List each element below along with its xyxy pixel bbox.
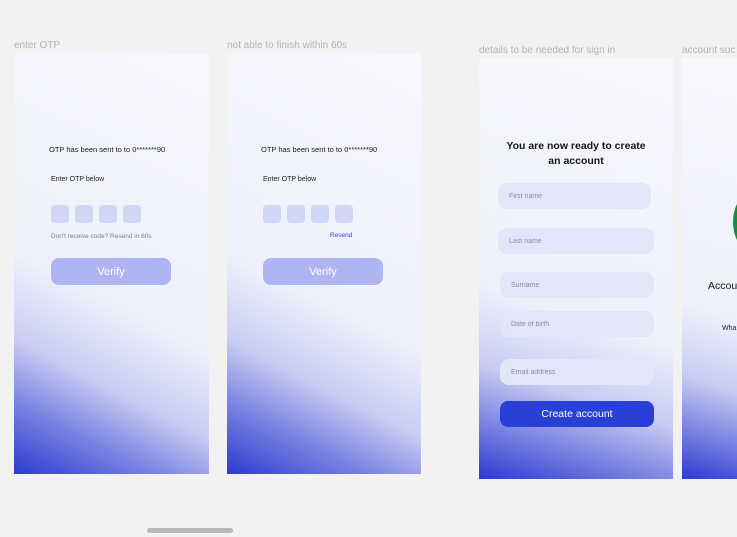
frame-label-signup: details to be needed for sign in xyxy=(479,45,616,56)
resend-link[interactable]: Resend xyxy=(330,232,352,239)
first-name-field[interactable] xyxy=(498,183,651,209)
create-account-button[interactable]: Create account xyxy=(500,401,654,427)
signup-heading-line-1: You are now ready to create xyxy=(506,140,646,152)
otp-digit-1[interactable] xyxy=(51,205,69,223)
resend-countdown-text: Don't receive code? Resend in 60s xyxy=(51,233,152,240)
otp-digit-3[interactable] xyxy=(99,205,117,223)
frame-label-timeout: not able to finish within 60s xyxy=(227,40,348,51)
otp-sent-text: OTP has been sent to to 0*******90 xyxy=(261,145,378,154)
otp-digit-2[interactable] xyxy=(75,205,93,223)
horizontal-scrollbar[interactable] xyxy=(147,528,233,533)
email-field[interactable] xyxy=(500,359,654,385)
enter-otp-label: Enter OTP below xyxy=(51,176,105,183)
frame-signup: You are now ready to create an account C… xyxy=(479,58,673,479)
signup-heading: You are now ready to create an account xyxy=(479,139,673,169)
email-input[interactable] xyxy=(509,367,654,377)
last-name-field[interactable] xyxy=(498,228,654,254)
frame-success: Accou Wha xyxy=(682,58,737,479)
last-name-input[interactable] xyxy=(507,236,654,246)
frame-enter-otp: OTP has been sent to to 0*******90 Enter… xyxy=(14,53,209,474)
verify-button[interactable]: Verify xyxy=(263,258,383,285)
date-of-birth-field[interactable] xyxy=(500,311,654,337)
surname-field[interactable] xyxy=(500,272,654,298)
frame-label-enter-otp: enter OTP xyxy=(14,40,61,51)
surname-input[interactable] xyxy=(509,280,654,290)
otp-digit-2[interactable] xyxy=(287,205,305,223)
frame-timeout: OTP has been sent to to 0*******90 Enter… xyxy=(227,53,421,474)
success-check-icon xyxy=(733,198,737,246)
enter-otp-label: Enter OTP below xyxy=(263,176,317,183)
date-of-birth-input[interactable] xyxy=(509,319,654,329)
otp-digit-4[interactable] xyxy=(123,205,141,223)
success-body-text: Wha xyxy=(722,325,737,332)
frame-label-success: account suc xyxy=(682,45,736,56)
otp-digit-4[interactable] xyxy=(335,205,353,223)
signup-heading-line-2: an account xyxy=(548,155,604,167)
first-name-input[interactable] xyxy=(507,191,651,201)
otp-digit-3[interactable] xyxy=(311,205,329,223)
success-title: Accou xyxy=(708,280,737,292)
otp-digit-1[interactable] xyxy=(263,205,281,223)
verify-button[interactable]: Verify xyxy=(51,258,171,285)
otp-sent-text: OTP has been sent to to 0*******90 xyxy=(49,145,166,154)
